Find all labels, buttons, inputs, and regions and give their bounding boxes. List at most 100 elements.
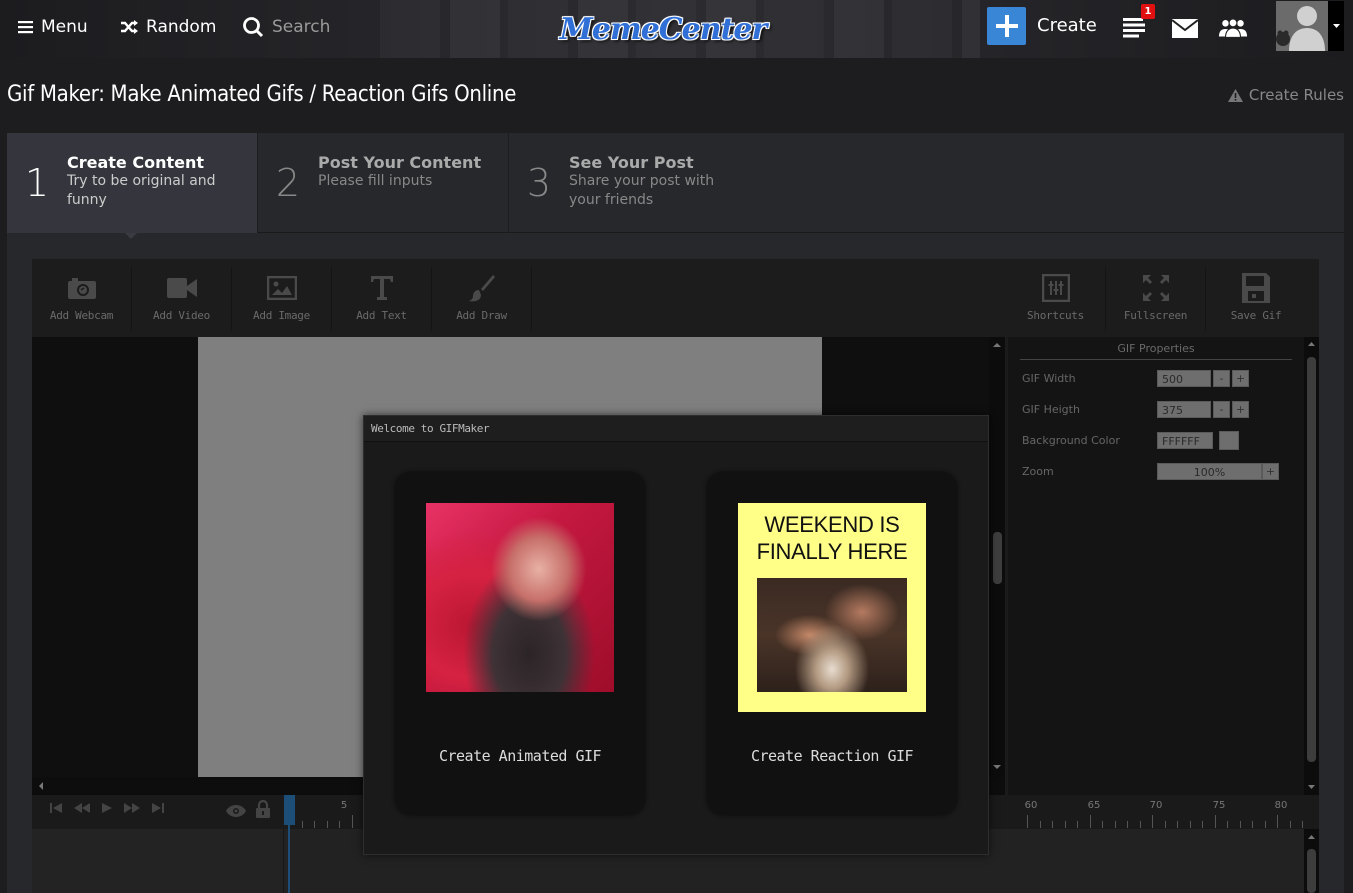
- ruler-tick: [1214, 815, 1216, 828]
- ruler-tick: [1252, 821, 1253, 828]
- active-step-indicator: [125, 233, 137, 239]
- rewind-button[interactable]: [74, 803, 90, 813]
- create-animated-gif-label: Create Animated GIF: [438, 747, 602, 765]
- properties-scroll-thumb[interactable]: [1307, 357, 1316, 762]
- zoom-increment[interactable]: +: [1262, 462, 1279, 480]
- step-title: See Your Post: [569, 153, 694, 172]
- gif-height-increment[interactable]: +: [1232, 400, 1249, 418]
- gif-width-increment[interactable]: +: [1232, 369, 1249, 387]
- zoom-input[interactable]: 100%: [1157, 462, 1262, 480]
- tool-label: Add Draw: [456, 309, 507, 322]
- video-camera-icon: [166, 278, 197, 298]
- ruler-tick: [1139, 821, 1141, 828]
- modal-title: Welcome to GIFMaker: [364, 416, 988, 442]
- scroll-up-icon[interactable]: [1304, 832, 1319, 842]
- sliders-icon: [1041, 274, 1070, 302]
- memecenter-logo[interactable]: MemeCenter: [548, 6, 778, 52]
- ruler-label: 80: [1274, 800, 1288, 811]
- fast-forward-button[interactable]: [124, 803, 140, 813]
- add-webcam-button[interactable]: Add Webcam: [32, 267, 132, 331]
- ruler-tick: [1077, 821, 1078, 828]
- scroll-left-icon[interactable]: [36, 780, 46, 792]
- ruler-tick: [339, 821, 340, 828]
- account-dropdown-button[interactable]: [1328, 1, 1344, 51]
- step-see-post[interactable]: 3 See Your Post Share your post with you…: [509, 133, 760, 233]
- create-label[interactable]: Create: [1037, 15, 1097, 36]
- add-video-button[interactable]: Add Video: [132, 267, 232, 331]
- timeline-scroll-thumb[interactable]: [1307, 849, 1316, 893]
- ruler-tick: [1089, 815, 1091, 828]
- user-avatar[interactable]: [1276, 1, 1328, 51]
- floppy-disk-icon: [1242, 273, 1270, 303]
- tool-label: Fullscreen: [1123, 309, 1188, 322]
- gif-width-input[interactable]: 500: [1157, 369, 1211, 387]
- ruler-label: 75: [1212, 800, 1226, 811]
- create-reaction-gif-label: Create Reaction GIF: [750, 747, 914, 765]
- properties-scrollbar[interactable]: [1304, 337, 1319, 795]
- fullscreen-button[interactable]: Fullscreen: [1106, 267, 1206, 331]
- create-reaction-gif-option[interactable]: WEEKEND IS FINALLY HERE Create Reaction …: [707, 472, 957, 815]
- ruler-tick: [1064, 821, 1066, 828]
- gif-properties-panel: GIF Properties GIF Width 500 - + GIF Hei…: [1008, 337, 1304, 795]
- create-rules-link[interactable]: Create Rules: [1227, 86, 1344, 104]
- create-plus-button[interactable]: [987, 7, 1026, 45]
- add-draw-button[interactable]: Add Draw: [432, 267, 532, 331]
- scroll-down-icon[interactable]: [1304, 782, 1319, 792]
- top-navigation-bar: Menu Random Search MemeCenter Create 1: [0, 0, 1353, 58]
- messages-button[interactable]: [1170, 14, 1200, 42]
- timeline-scrollbar[interactable]: [1304, 829, 1319, 893]
- background-color-swatch[interactable]: [1219, 430, 1239, 450]
- notification-badge: 1: [1141, 4, 1155, 19]
- skip-to-start-button[interactable]: [50, 803, 62, 813]
- search-input[interactable]: Search: [242, 14, 330, 40]
- gif-height-label: GIF Heigth: [1022, 402, 1080, 416]
- scroll-up-icon[interactable]: [1304, 339, 1319, 349]
- animated-gif-preview: [426, 503, 614, 692]
- timeline-playhead[interactable]: [284, 795, 295, 825]
- scroll-down-icon[interactable]: [989, 762, 1005, 772]
- gif-height-input[interactable]: 375: [1157, 400, 1211, 418]
- ruler-tick: [1289, 821, 1291, 828]
- step-create-content[interactable]: 1 Create Content Try to be original and …: [7, 133, 258, 239]
- skip-to-end-button[interactable]: [152, 803, 164, 813]
- gif-width-decrement[interactable]: -: [1213, 369, 1230, 387]
- default-avatar-icon: [1276, 1, 1328, 51]
- step-number: 1: [24, 161, 50, 205]
- add-image-button[interactable]: Add Image: [232, 267, 332, 331]
- step-number: 2: [275, 161, 301, 205]
- stage-vertical-scrollbar[interactable]: [989, 337, 1005, 777]
- save-gif-button[interactable]: Save Gif: [1206, 267, 1306, 331]
- gif-height-decrement[interactable]: -: [1213, 400, 1230, 418]
- create-animated-gif-option[interactable]: Create Animated GIF: [395, 472, 645, 815]
- random-button[interactable]: Random: [120, 14, 216, 40]
- ruler-tick: [1039, 821, 1041, 828]
- background-color-row: Background Color FFFFFF: [1022, 430, 1239, 450]
- shuffle-icon: [120, 20, 138, 34]
- add-text-button[interactable]: Add Text: [332, 267, 432, 331]
- ruler-tick: [1189, 821, 1191, 828]
- rewind-icon: [74, 803, 90, 813]
- eye-icon: [226, 805, 246, 817]
- background-color-input[interactable]: FFFFFF: [1157, 431, 1213, 449]
- scroll-up-icon[interactable]: [989, 340, 1005, 350]
- friends-button[interactable]: [1218, 14, 1248, 42]
- stage-scroll-thumb[interactable]: [993, 532, 1002, 584]
- menu-button[interactable]: Menu: [18, 14, 88, 40]
- tool-label: Add Text: [356, 309, 407, 322]
- toggle-visibility-button[interactable]: [226, 805, 246, 817]
- ruler-tick: [1227, 821, 1228, 828]
- ruler-tick: [1114, 821, 1116, 828]
- step-post-content[interactable]: 2 Post Your Content Please fill inputs: [258, 133, 509, 233]
- gif-width-label: GIF Width: [1022, 371, 1076, 385]
- caret-down-icon: [1332, 24, 1340, 28]
- ruler-tick: [1277, 815, 1278, 828]
- warning-icon: [1227, 88, 1243, 102]
- play-button[interactable]: [102, 803, 112, 813]
- playhead-line: [288, 825, 290, 893]
- reaction-caption-line-1: WEEKEND IS: [764, 512, 900, 537]
- shortcuts-button[interactable]: Shortcuts: [1006, 267, 1106, 331]
- hamburger-icon: [18, 20, 33, 34]
- background-color-label: Background Color: [1022, 433, 1120, 447]
- create-rules-label: Create Rules: [1248, 86, 1344, 104]
- toggle-lock-button[interactable]: [256, 800, 270, 818]
